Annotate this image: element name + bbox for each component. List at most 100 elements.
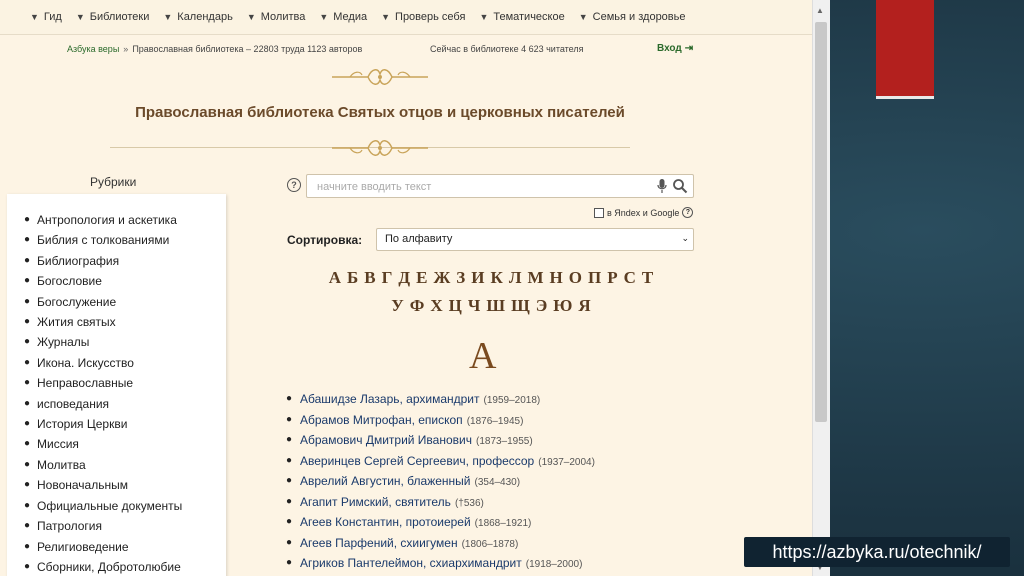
alphabet-letter-link[interactable]: Ч xyxy=(468,296,480,316)
alphabet-letter-link[interactable]: К xyxy=(491,268,503,288)
nav-item-family-health[interactable]: ▼ Семья и здоровье xyxy=(579,11,686,23)
rubric-item[interactable]: ● Икона. Искусство xyxy=(7,353,226,373)
alphabet-letter-link[interactable]: Е xyxy=(416,268,427,288)
alphabet-letter-link[interactable]: Ц xyxy=(449,296,462,316)
rubric-item[interactable]: ● Журналы xyxy=(7,332,226,352)
alphabet-row-1: АБВГДЕЖЗИКЛМНОПРСТ xyxy=(286,268,696,288)
alphabet-letter-link[interactable]: О xyxy=(569,268,582,288)
rubric-item[interactable]: ● Религиоведение xyxy=(7,537,226,557)
bullet-icon: ● xyxy=(24,540,31,552)
sort-selected-value: По алфавиту xyxy=(385,233,453,245)
rubric-item[interactable]: ● Антропология и аскетика xyxy=(7,210,226,230)
chevron-down-icon: ▼ xyxy=(479,12,489,22)
author-item: ● Агеев Парфений, схиигумен (1806–1878) xyxy=(286,534,595,555)
alphabet-letter-link[interactable]: С xyxy=(624,268,636,288)
alphabet-letter-link[interactable]: Х xyxy=(430,296,442,316)
alphabet-letter-link[interactable]: В xyxy=(364,268,375,288)
alphabet-letter-link[interactable]: З xyxy=(456,268,465,288)
current-letter-heading: А xyxy=(469,335,497,377)
alphabet-letter-link[interactable]: Ю xyxy=(553,296,572,316)
rubric-label: История Церкви xyxy=(37,417,128,432)
rubric-item[interactable]: ● Жития святых xyxy=(7,312,226,332)
nav-item-thematic[interactable]: ▼ Тематическое xyxy=(479,11,564,23)
login-link[interactable]: Вход ⇥ xyxy=(657,43,693,54)
author-dates: (1868–1921) xyxy=(474,518,532,529)
alphabet-letter-link[interactable]: П xyxy=(588,268,601,288)
search-icon[interactable] xyxy=(672,178,688,194)
alphabet-letter-link[interactable]: Л xyxy=(509,268,522,288)
bullet-icon: ● xyxy=(24,356,31,368)
alphabet-letter-link[interactable]: Р xyxy=(607,268,617,288)
login-label: Вход xyxy=(657,43,682,54)
author-link[interactable]: Агеев Константин, протоиерей xyxy=(300,515,471,529)
nav-item-libraries[interactable]: ▼ Библиотеки xyxy=(76,11,150,23)
rubrics-title: Рубрики xyxy=(90,175,137,189)
alphabet-letter-link[interactable]: Ж xyxy=(433,268,450,288)
rubric-item[interactable]: ● Патрология xyxy=(7,516,226,536)
bullet-icon: ● xyxy=(24,214,31,225)
alphabet-letter-link[interactable]: Ш xyxy=(486,296,505,316)
alphabet-letter-link[interactable]: Н xyxy=(550,268,563,288)
chevron-down-icon: ▼ xyxy=(30,12,39,22)
nav-item-prayer[interactable]: ▼ Молитва xyxy=(247,11,306,23)
rubric-item[interactable]: ● Неправославные xyxy=(7,373,226,393)
yandex-help-icon[interactable]: ? xyxy=(682,207,694,218)
scroll-up-icon[interactable]: ▲ xyxy=(816,6,824,15)
rubric-item[interactable]: ● Молитва xyxy=(7,455,226,475)
rubric-label: Жития святых xyxy=(37,315,116,330)
bullet-icon: ● xyxy=(286,557,293,568)
author-link[interactable]: Абрамович Дмитрий Иванович xyxy=(300,433,472,447)
rubric-item[interactable]: ● Библия с толкованиями xyxy=(7,230,226,250)
rubric-item[interactable]: ● Новоначальным xyxy=(7,475,226,495)
scrollbar-thumb[interactable] xyxy=(815,22,827,422)
rubric-item[interactable]: ● Библиография xyxy=(7,251,226,271)
nav-item-calendar[interactable]: ▼ Календарь xyxy=(163,11,232,23)
rubric-item[interactable]: ● Богослужение xyxy=(7,292,226,312)
alphabet-letter-link[interactable]: Б xyxy=(347,268,358,288)
alphabet-letter-link[interactable]: А xyxy=(329,268,341,288)
chevron-down-icon: ▼ xyxy=(75,12,85,22)
alphabet-letter-link[interactable]: Д xyxy=(398,268,410,288)
rubric-item[interactable]: ● Богословие xyxy=(7,271,226,291)
alphabet-letter-link[interactable]: И xyxy=(471,268,484,288)
yandex-google-label[interactable]: в Яndex и Google xyxy=(607,208,679,218)
rubric-item[interactable]: ● Сборники, Добротолюбие xyxy=(7,557,226,576)
search-help-icon[interactable]: ? xyxy=(287,178,301,192)
microphone-icon[interactable] xyxy=(657,178,667,194)
nav-item-guide[interactable]: ▼ Гид xyxy=(30,11,62,23)
alphabet-letter-link[interactable]: Ф xyxy=(410,296,425,316)
author-link[interactable]: Аврелий Августин, блаженный xyxy=(300,474,470,488)
bullet-icon: ● xyxy=(286,495,293,507)
breadcrumb-home-link[interactable]: Азбука веры xyxy=(67,44,119,54)
alphabet-letter-link[interactable]: Э xyxy=(536,296,548,316)
yandex-google-checkbox[interactable] xyxy=(594,207,604,218)
alphabet-letter-link[interactable]: Щ xyxy=(511,296,530,316)
alphabet-letter-link[interactable]: Т xyxy=(642,268,653,288)
author-link[interactable]: Агриков Пантелеймон, схиархимандрит xyxy=(300,556,522,570)
nav-item-test-yourself[interactable]: ▼ Проверь себя xyxy=(381,11,465,23)
bullet-icon: ● xyxy=(24,275,31,287)
author-link[interactable]: Агапит Римский, святитель xyxy=(300,495,451,509)
alphabet-letter-link[interactable]: Г xyxy=(382,268,393,288)
rubric-item[interactable]: ● Официальные документы xyxy=(7,496,226,516)
rubric-item[interactable]: ● Миссия xyxy=(7,434,226,454)
author-dates: (354–430) xyxy=(474,477,521,488)
rubric-label: Богословие xyxy=(37,274,102,289)
author-link[interactable]: Абашидзе Лазарь, архимандрит xyxy=(300,392,480,406)
scrollbar[interactable]: ▲ ▼ xyxy=(812,0,830,576)
rubrics-sidebar: ● Антропология и аскетика ● Библия с толков… xyxy=(7,194,226,576)
rubric-item[interactable]: ● История Церкви xyxy=(7,414,226,434)
rubric-item[interactable]: ● исповедания xyxy=(7,394,226,414)
alphabet-letter-link[interactable]: М xyxy=(528,268,544,288)
nav-item-media[interactable]: ▼ Медиа xyxy=(319,11,367,23)
bullet-icon: ● xyxy=(24,295,31,307)
alphabet-letter-link[interactable]: Я xyxy=(578,296,590,316)
alphabet-letter-link[interactable]: У xyxy=(391,296,403,316)
search-input[interactable] xyxy=(315,178,649,196)
author-dates: (†536) xyxy=(454,497,484,509)
sort-select[interactable]: По алфавиту ⌄ xyxy=(376,228,694,251)
author-item: ● Абашидзе Лазарь, архимандрит (1959–2018) xyxy=(286,390,595,411)
author-link[interactable]: Абрамов Митрофан, епископ xyxy=(300,413,463,427)
author-link[interactable]: Аверинцев Сергей Сергеевич, профессор xyxy=(300,454,534,468)
author-link[interactable]: Агеев Парфений, схиигумен xyxy=(300,536,458,550)
